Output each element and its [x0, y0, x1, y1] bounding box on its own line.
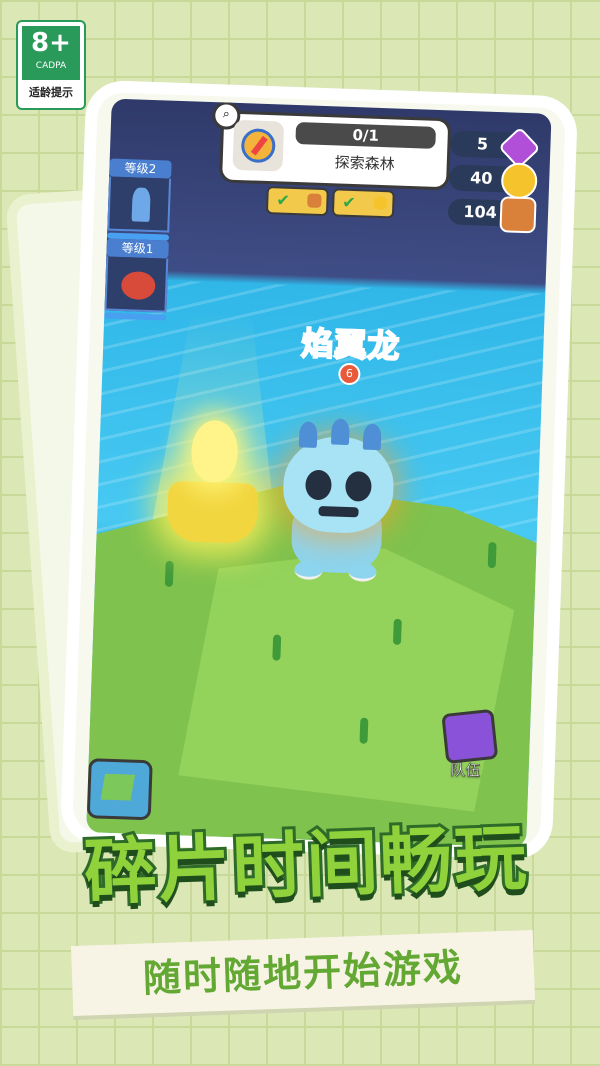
quest-icon-frame: [232, 119, 285, 172]
level-card-label: 等级1: [106, 238, 169, 259]
level-card-label: 等级2: [109, 158, 172, 179]
resource-gems: 5: [450, 126, 541, 169]
wood-count: 104: [463, 201, 498, 223]
game-screen: 焰翼龙 6 ⌕ 0/1 探索森林 ✔ ✔ 5 40 104 等级2 等级1 队伍: [86, 98, 552, 848]
horn-icon: [330, 418, 350, 446]
age-rating-number: 8+: [31, 28, 71, 58]
team-button[interactable]: 队伍: [434, 708, 499, 781]
level-card-serpent[interactable]: 等级2: [106, 158, 172, 241]
quest-progress: 0/1: [295, 121, 437, 149]
quest-name: 探索森林: [334, 153, 396, 174]
age-rating-caption: 适龄提示: [29, 86, 73, 99]
creature-eye: [304, 469, 332, 501]
compass-icon: [240, 128, 276, 164]
check-icon: ✔: [342, 192, 357, 213]
age-rating-org: CADPA: [35, 61, 67, 71]
level-card-crab[interactable]: 等级1: [104, 238, 169, 321]
check-icon: ✔: [276, 190, 291, 210]
level-card-portrait: [107, 176, 172, 233]
resource-wood: 104: [447, 196, 537, 234]
grass-tuft: [164, 560, 174, 587]
resource-coins: 40: [448, 162, 538, 200]
team-button-label: 队伍: [450, 760, 481, 781]
serpent-icon: [131, 187, 151, 222]
map-icon: [100, 773, 136, 801]
creature-head: [281, 418, 396, 535]
level-card-portrait: [104, 256, 169, 313]
grass-tuft: [487, 541, 497, 569]
headline: 碎片时间畅玩: [80, 812, 533, 917]
grass-tuft: [359, 717, 369, 744]
book-icon: [441, 708, 499, 765]
golden-pedestal[interactable]: [166, 480, 259, 544]
creature-mouth: [318, 506, 359, 518]
quest-reward-coin[interactable]: ✔: [331, 188, 395, 219]
horn-icon: [362, 423, 382, 451]
gold-coin-icon: [373, 195, 388, 211]
gem-count: 5: [476, 134, 489, 154]
quest-reward-wood[interactable]: ✔: [265, 186, 329, 217]
creature-model[interactable]: [280, 418, 396, 589]
creature-foot: [348, 562, 377, 583]
grass-tuft: [392, 618, 402, 645]
gold-coin-icon: [500, 162, 538, 200]
wood-barrel-icon: [307, 193, 322, 208]
wood-barrel-icon: [499, 196, 537, 234]
horn-icon: [298, 421, 318, 448]
age-rating-badge: 8+ CADPA 适龄提示: [16, 20, 86, 110]
quest-panel[interactable]: ⌕ 0/1 探索森林: [211, 101, 452, 191]
creature-name: 焰翼龙: [300, 323, 402, 366]
creature-eye: [344, 470, 372, 502]
crab-creature-icon: [120, 270, 156, 301]
grass-tuft: [272, 634, 282, 661]
phone-frame: 焰翼龙 6 ⌕ 0/1 探索森林 ✔ ✔ 5 40 104 等级2 等级1 队伍: [72, 92, 566, 848]
creature-foot: [294, 560, 323, 581]
coin-count: 40: [469, 168, 493, 188]
